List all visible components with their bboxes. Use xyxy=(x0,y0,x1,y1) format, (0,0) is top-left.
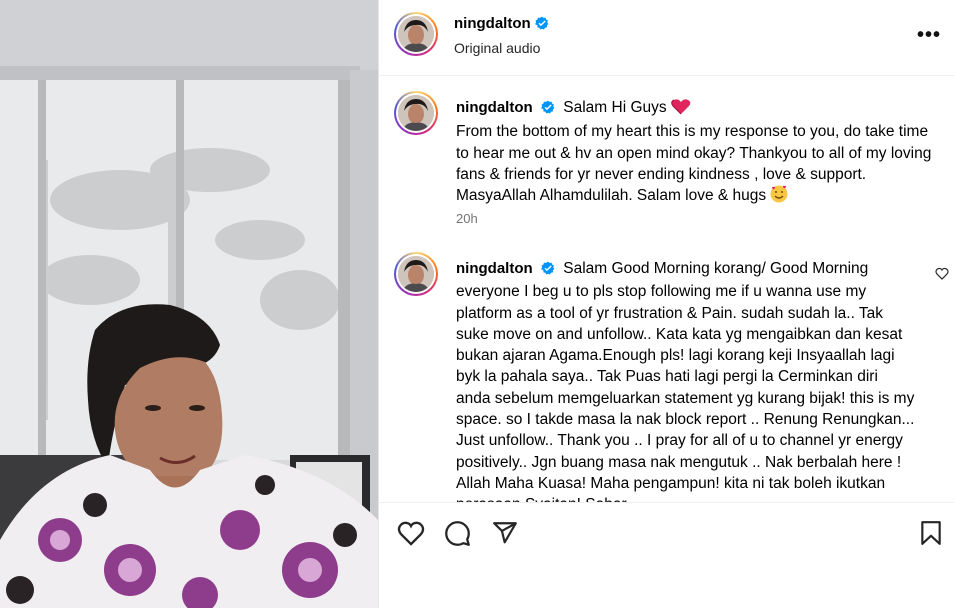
verified-badge-icon xyxy=(540,260,555,281)
avatar[interactable] xyxy=(394,91,438,135)
smiling-face-with-hearts-icon xyxy=(770,185,788,209)
action-bar xyxy=(379,502,954,562)
caption-body: From the bottom of my heart this is my r… xyxy=(456,123,932,205)
comment-icon[interactable] xyxy=(444,520,471,552)
verified-badge-icon xyxy=(540,99,555,120)
caption-line-1: Salam Hi Guys xyxy=(563,99,667,116)
comment-text: ningdalton Salam Good Morning korang/ Go… xyxy=(456,258,916,502)
caption-username[interactable]: ningdalton xyxy=(456,99,533,116)
comment-username[interactable]: ningdalton xyxy=(456,260,533,277)
caption-timestamp[interactable]: 20h xyxy=(456,211,478,226)
comments-list[interactable]: ningdalton Salam Hi Guys From the bottom… xyxy=(379,77,954,502)
video-player[interactable] xyxy=(0,0,378,608)
comment-body: Salam Good Morning korang/ Good Morning … xyxy=(456,260,915,502)
avatar[interactable] xyxy=(394,252,438,296)
paper-plane-icon[interactable] xyxy=(492,520,518,551)
more-horizontal-icon[interactable]: ••• xyxy=(917,24,941,47)
post-panel: ningdalton Original audio ••• ningdalton… xyxy=(378,0,954,608)
comment-like-icon[interactable] xyxy=(935,267,949,285)
video-frame xyxy=(0,0,378,608)
audio-label[interactable]: Original audio xyxy=(454,40,540,56)
post-header: ningdalton Original audio ••• xyxy=(379,0,954,76)
bookmark-icon[interactable] xyxy=(920,520,942,551)
caption-text: ningdalton Salam Hi Guys From the bottom… xyxy=(456,97,936,209)
avatar[interactable] xyxy=(394,12,438,56)
verified-badge-icon xyxy=(534,16,549,35)
red-heart-icon xyxy=(671,99,691,121)
heart-outline-icon[interactable] xyxy=(397,520,425,551)
header-username[interactable]: ningdalton xyxy=(454,15,531,32)
